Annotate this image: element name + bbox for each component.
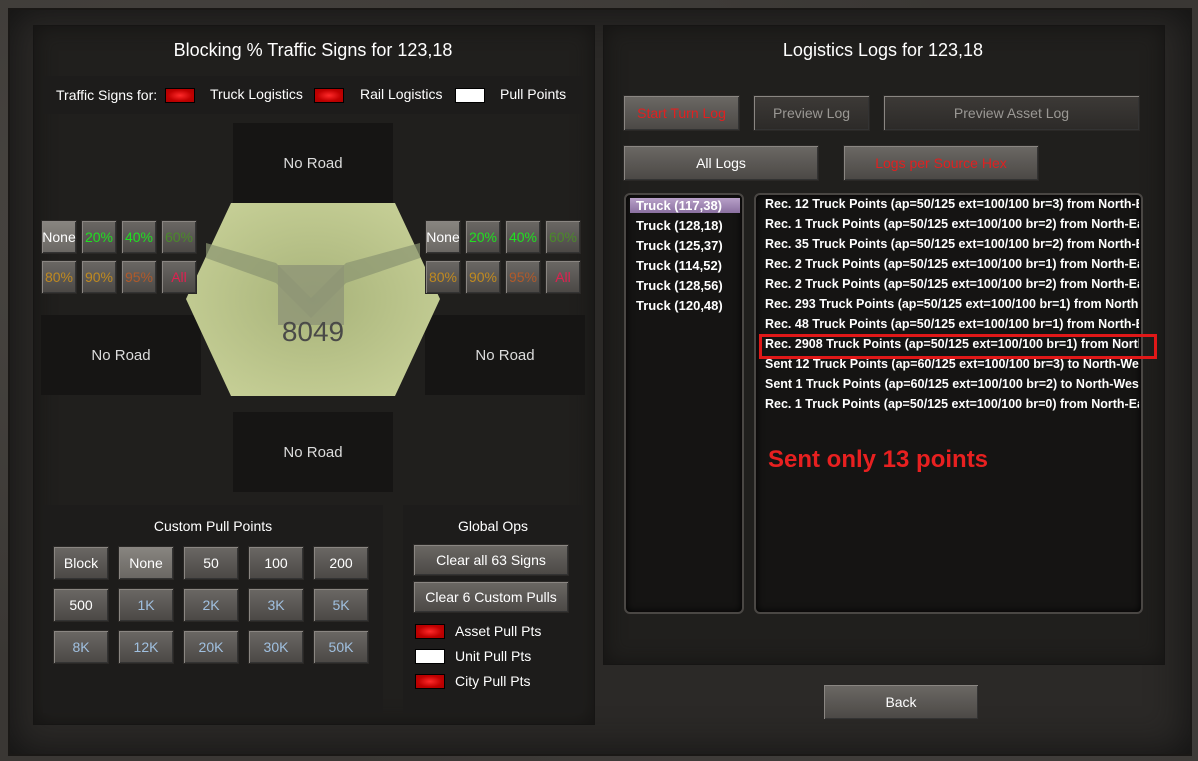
source-item[interactable]: Truck (117,38) (630, 198, 740, 213)
start-turn-log-button[interactable]: Start Turn Log (623, 95, 740, 131)
logs-per-source-button[interactable]: Logs per Source Hex (843, 145, 1039, 181)
clear-signs-button[interactable]: Clear all 63 Signs (413, 544, 569, 576)
legend-prefix: Traffic Signs for: (56, 87, 158, 103)
clear-pulls-button[interactable]: Clear 6 Custom Pulls (413, 581, 569, 613)
all-logs-button[interactable]: All Logs (623, 145, 819, 181)
pull-button[interactable]: 3K (248, 588, 304, 622)
log-entry: Rec. 293 Truck Points (ap=50/125 ext=100… (765, 297, 1139, 311)
pull-button[interactable]: Block (53, 546, 109, 580)
source-item[interactable]: Truck (128,18) (636, 218, 723, 233)
custom-pull-title: Custom Pull Points (153, 518, 273, 534)
pull-button[interactable]: 500 (53, 588, 109, 622)
back-button[interactable]: Back (823, 684, 979, 720)
left-pct-button[interactable]: 80% (41, 260, 77, 294)
hex-value: 8049 (282, 316, 344, 347)
right-pct-button[interactable]: 80% (425, 260, 461, 294)
asset-label: Asset Pull Pts (455, 623, 542, 639)
source-item[interactable]: Truck (114,52) (636, 258, 722, 273)
left-pct-button[interactable]: 60% (161, 220, 197, 254)
pull-button[interactable]: 2K (183, 588, 239, 622)
legend-pull: Pull Points (500, 86, 567, 102)
right-pct-button[interactable]: None (425, 220, 461, 254)
source-item[interactable]: Truck (128,56) (636, 278, 723, 293)
pull-swatch (455, 88, 485, 103)
log-entry: Sent 1 Truck Points (ap=60/125 ext=100/1… (765, 377, 1139, 391)
left-pct-button[interactable]: 40% (121, 220, 157, 254)
log-entry: Rec. 2 Truck Points (ap=50/125 ext=100/1… (765, 257, 1139, 271)
left-pct-button[interactable]: 95% (121, 260, 157, 294)
road-south: No Road (233, 412, 393, 492)
road-east: No Road (425, 315, 585, 395)
pull-button[interactable]: 12K (118, 630, 174, 664)
preview-log-button[interactable]: Preview Log (753, 95, 870, 131)
left-pct-button[interactable]: 90% (81, 260, 117, 294)
unit-swatch (415, 649, 445, 664)
pull-button[interactable]: 1K (118, 588, 174, 622)
legend-truck: Truck Logistics (210, 86, 303, 102)
source-item[interactable]: Truck (120,48) (636, 298, 723, 313)
pull-button[interactable]: 50K (313, 630, 369, 664)
right-pct-button[interactable]: 60% (545, 220, 581, 254)
log-entry: Rec. 1 Truck Points (ap=50/125 ext=100/1… (765, 217, 1139, 231)
preview-asset-log-button[interactable]: Preview Asset Log (883, 95, 1140, 131)
logistics-logs-title: Logistics Logs for 123,18 (782, 40, 984, 60)
rail-swatch (314, 88, 344, 103)
source-list[interactable] (624, 193, 744, 614)
log-entry: Rec. 2 Truck Points (ap=50/125 ext=100/1… (765, 277, 1139, 291)
hex-tile: 8049 (186, 203, 440, 396)
right-pct-button[interactable]: 20% (465, 220, 501, 254)
right-pct-button[interactable]: 95% (505, 260, 541, 294)
pull-button[interactable]: 5K (313, 588, 369, 622)
right-pct-button[interactable]: All (545, 260, 581, 294)
left-pct-button[interactable]: All (161, 260, 197, 294)
truck-swatch (165, 88, 195, 103)
left-pct-button[interactable]: 20% (81, 220, 117, 254)
log-entry: Rec. 48 Truck Points (ap=50/125 ext=100/… (765, 317, 1139, 331)
global-ops-title: Global Ops (457, 518, 529, 534)
pull-button[interactable]: 100 (248, 546, 304, 580)
annotation-text: Sent only 13 points (768, 446, 989, 473)
right-pct-button[interactable]: 90% (465, 260, 501, 294)
pull-button[interactable]: 8K (53, 630, 109, 664)
traffic-signs-title: Blocking % Traffic Signs for 123,18 (173, 40, 453, 60)
road-west: No Road (41, 315, 201, 395)
log-entry: Rec. 1 Truck Points (ap=50/125 ext=100/1… (765, 397, 1139, 411)
legend-rail: Rail Logistics (360, 86, 443, 102)
log-entry: Rec. 35 Truck Points (ap=50/125 ext=100/… (765, 237, 1139, 251)
city-label: City Pull Pts (455, 673, 531, 689)
road-north: No Road (233, 123, 393, 203)
left-pct-button[interactable]: None (41, 220, 77, 254)
unit-label: Unit Pull Pts (455, 648, 532, 664)
log-entry: Rec. 12 Truck Points (ap=50/125 ext=100/… (765, 197, 1139, 211)
pull-button[interactable]: 200 (313, 546, 369, 580)
highlight-box (759, 334, 1157, 359)
pull-button[interactable]: 50 (183, 546, 239, 580)
city-swatch (415, 674, 445, 689)
source-item[interactable]: Truck (125,37) (636, 238, 723, 253)
right-pct-button[interactable]: 40% (505, 220, 541, 254)
log-entry: Sent 12 Truck Points (ap=60/125 ext=100/… (765, 357, 1139, 371)
pull-button[interactable]: 20K (183, 630, 239, 664)
pull-button[interactable]: None (118, 546, 174, 580)
asset-swatch (415, 624, 445, 639)
pull-button[interactable]: 30K (248, 630, 304, 664)
